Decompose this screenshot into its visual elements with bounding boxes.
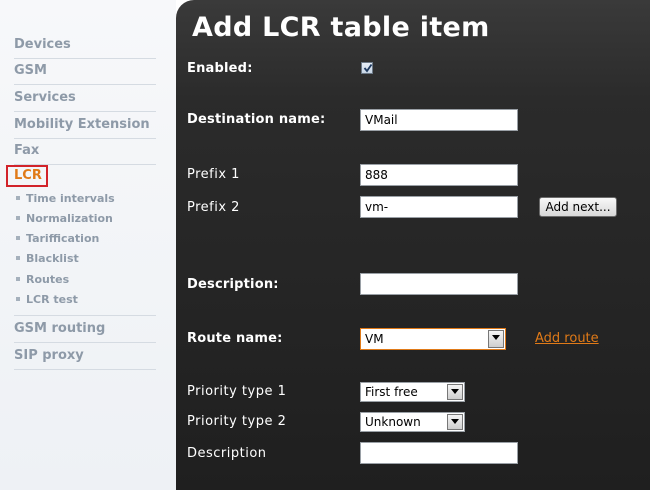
sidebar-subitem-label: LCR test <box>26 293 78 306</box>
prefix1-label: Prefix 1 <box>187 167 240 182</box>
main-panel: Add LCR table item Enabled: Destination … <box>176 0 650 490</box>
bullet-icon <box>16 277 20 281</box>
sidebar-subitem-time-intervals[interactable]: Time intervals <box>16 192 115 206</box>
dropdown-arrow-icon[interactable] <box>447 384 463 400</box>
priority-type2-label: Priority type 2 <box>187 414 287 429</box>
prefix2-input[interactable]: vm- <box>360 196 518 218</box>
description-label: Description: <box>187 277 279 292</box>
sidebar-item-mobility-extension[interactable]: Mobility Extension <box>14 116 156 139</box>
route-name-select[interactable]: VM <box>360 328 506 350</box>
add-next-button[interactable]: Add next... <box>539 197 617 217</box>
sidebar-item-devices[interactable]: Devices <box>14 36 156 59</box>
bullet-icon <box>16 196 20 200</box>
sidebar-item-sip-proxy[interactable]: SIP proxy <box>14 347 156 370</box>
destination-name-label: Destination name: <box>187 112 326 127</box>
sidebar-subitem-label: Time intervals <box>26 192 115 205</box>
sidebar-subitem-blacklist[interactable]: Blacklist <box>16 252 79 266</box>
destination-name-input[interactable]: VMail <box>360 109 518 131</box>
sidebar-subitem-label: Normalization <box>26 212 113 225</box>
bullet-icon <box>16 256 20 260</box>
priority-type1-label: Priority type 1 <box>187 384 287 399</box>
sidebar-item-gsm-routing[interactable]: GSM routing <box>14 320 156 343</box>
sidebar-subitem-lcr-test[interactable]: LCR test <box>16 293 78 307</box>
enabled-label: Enabled: <box>187 61 253 76</box>
divider <box>14 315 156 316</box>
sidebar-subitem-label: Blacklist <box>26 252 79 265</box>
dropdown-arrow-icon[interactable] <box>447 414 463 430</box>
sidebar-subitem-label: Routes <box>26 273 70 286</box>
sidebar-subitem-routes[interactable]: Routes <box>16 273 69 287</box>
priority-type2-select[interactable]: Unknown <box>360 412 465 432</box>
sidebar-item-services[interactable]: Services <box>14 89 156 112</box>
priority-type1-select[interactable]: First free <box>360 382 465 402</box>
sidebar-item-gsm[interactable]: GSM <box>14 62 156 85</box>
sidebar-subitem-normalization[interactable]: Normalization <box>16 212 113 226</box>
page-title: Add LCR table item <box>192 12 490 43</box>
prefix2-label: Prefix 2 <box>187 200 240 215</box>
sidebar-subitem-label: Tariffication <box>26 232 100 245</box>
description2-label: Description <box>187 446 267 461</box>
chevron-down-icon <box>451 419 459 424</box>
description2-input[interactable] <box>360 442 518 464</box>
description-input[interactable] <box>360 273 518 295</box>
route-name-value: VM <box>365 332 384 346</box>
sidebar-item-lcr[interactable]: LCR <box>6 165 48 187</box>
sidebar-subitem-tariffication[interactable]: Tariffication <box>16 232 99 246</box>
priority-type2-value: Unknown <box>365 415 421 429</box>
chevron-down-icon <box>451 389 459 394</box>
checkmark-icon <box>363 63 373 73</box>
chevron-down-icon <box>492 335 500 340</box>
enabled-checkbox[interactable] <box>361 62 373 74</box>
dropdown-arrow-icon[interactable] <box>488 330 504 348</box>
add-route-link[interactable]: Add route <box>535 331 599 346</box>
prefix1-input[interactable]: 888 <box>360 164 518 186</box>
bullet-icon <box>16 216 20 220</box>
sidebar-item-fax[interactable]: Fax <box>14 142 156 164</box>
priority-type1-value: First free <box>365 385 418 399</box>
sidebar: Devices GSM Services Mobility Extension … <box>0 0 176 490</box>
bullet-icon <box>16 297 20 301</box>
route-name-label: Route name: <box>187 331 283 346</box>
bullet-icon <box>16 236 20 240</box>
